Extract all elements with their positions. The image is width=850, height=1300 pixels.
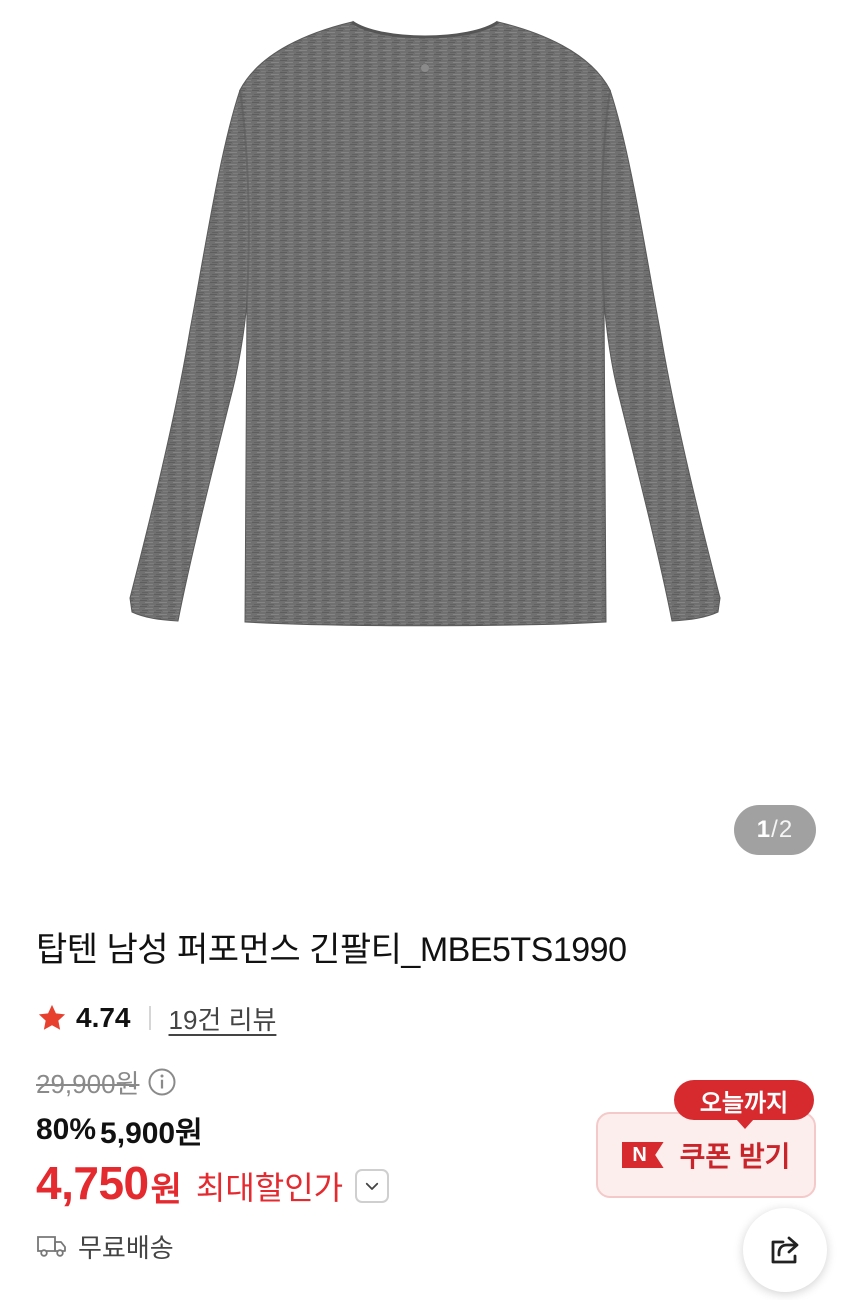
current-page: 1 — [756, 816, 772, 843]
shipping-row: 무료배송 — [36, 1226, 174, 1266]
product-image-longsleeve-tshirt — [129, 20, 721, 627]
max-discount-expand-button[interactable] — [355, 1169, 390, 1203]
sale-price-row: 80% 5,900원 — [36, 1110, 203, 1150]
chevron-down-icon — [365, 1182, 379, 1190]
max-discount-label: 최대할인가 — [195, 1170, 344, 1206]
page-separator: / — [771, 816, 779, 843]
get-coupon-label: 쿠폰 받기 — [679, 1141, 791, 1172]
share-icon — [771, 1236, 799, 1264]
original-price: 29,900원 — [36, 1068, 140, 1099]
review-count-link[interactable]: 19건 리뷰 — [169, 1000, 277, 1037]
discount-rate: 80% — [36, 1113, 97, 1146]
max-discount-unit: 원 — [150, 1170, 182, 1209]
coupon-deadline-tooltip: 오늘까지 — [674, 1080, 814, 1129]
get-coupon-button[interactable]: N 쿠폰 받기 — [596, 1112, 816, 1198]
info-icon[interactable] — [147, 1067, 177, 1097]
shipping-text: 무료배송 — [78, 1232, 174, 1263]
star-icon — [38, 1004, 66, 1030]
original-price-row: 29,900원 — [36, 1064, 177, 1100]
image-page-counter: 1 / 2 — [734, 805, 816, 855]
sale-price: 5,900원 — [100, 1117, 203, 1150]
max-discount-price: 4,750 — [36, 1157, 149, 1209]
product-image-gallery[interactable]: 1 / 2 — [0, 0, 850, 880]
truck-icon — [37, 1236, 66, 1257]
share-button[interactable] — [743, 1208, 827, 1292]
product-title: 탑텐 남성 퍼포먼스 긴팔티_MBE5TS1990 — [36, 931, 627, 969]
max-discount-row: 4,750 원 최대할인가 — [36, 1154, 390, 1212]
total-pages: 2 — [778, 816, 794, 843]
rating-row: 4.74 19건 리뷰 — [36, 998, 276, 1038]
divider — [148, 1006, 151, 1030]
rating-value: 4.74 — [76, 1002, 131, 1033]
coupon-area: 오늘까지 N 쿠폰 받기 — [596, 1080, 816, 1198]
n-coupon-badge: N — [621, 1142, 664, 1168]
